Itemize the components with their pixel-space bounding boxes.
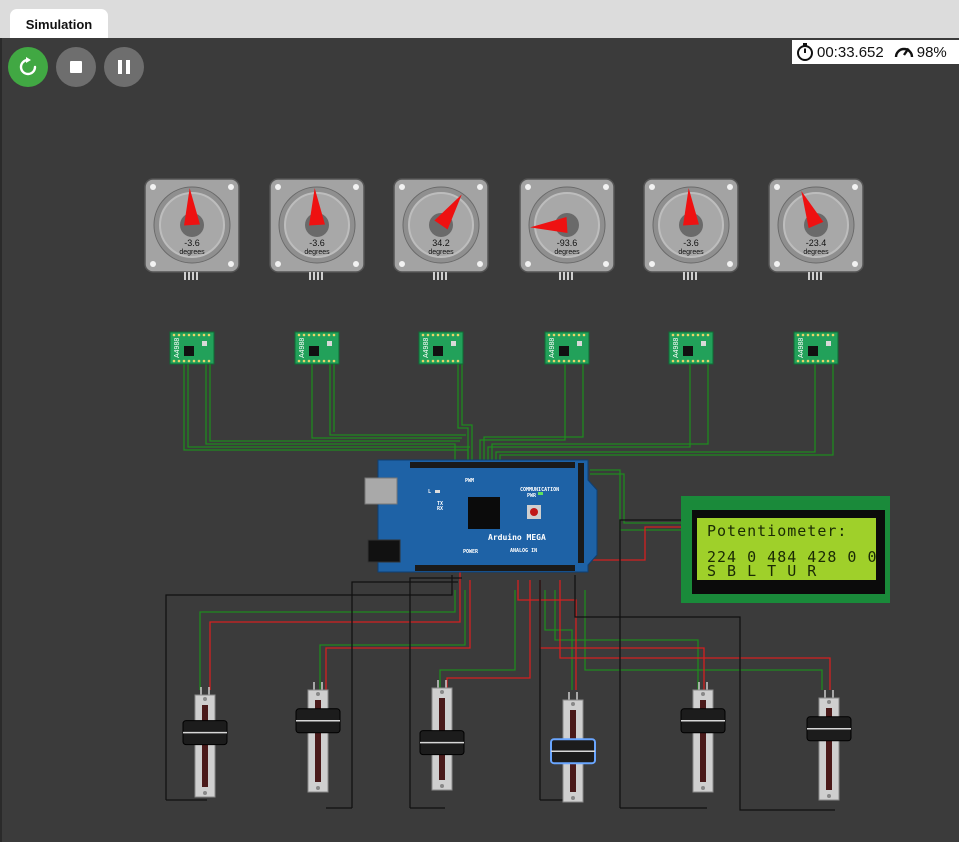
motor-angle-unit: degrees [304,249,330,256]
led-l [435,490,440,493]
arduino-mega-board[interactable]: Arduino MEGA COMMUNICATION POWER ANALOG … [364,459,598,573]
slider-knob[interactable] [182,720,228,746]
pwr-label: PWR [527,493,537,499]
motor-angle: -3.6 [184,238,200,248]
slide-potentiometer [182,687,228,798]
a4988-driver: A4988 [418,331,464,365]
slider-knob[interactable] [550,738,596,765]
board-name: Arduino MEGA [488,532,546,542]
motor-angle-unit: degrees [678,249,704,256]
circuit-diagram: -3.6degrees-3.6degrees34.2degrees-93.6de… [144,178,890,811]
slider-knob[interactable] [680,708,726,734]
driver-label: A4988 [174,338,181,358]
motor-angle-unit: degrees [554,249,580,256]
stepper-drivers: A4988 A4988 A4988 A4988 A4988 A4988 [169,331,839,365]
motor-angle-unit: degrees [179,249,205,256]
a4988-driver: A4988 [793,331,839,365]
driver-label: A4988 [673,338,680,358]
usb-connector [364,477,398,505]
driver-label: A4988 [798,338,805,358]
slider-knob[interactable] [295,708,341,734]
motor-angle: 34.2 [432,238,450,248]
microcontroller-chip [468,497,500,529]
driver-label: A4988 [423,338,430,358]
led-label: L [428,489,431,495]
stepper-motor: -3.6degrees [269,178,365,280]
a4988-driver: A4988 [544,331,590,365]
analog-header [415,565,575,571]
motor-angle: -23.4 [806,238,827,248]
power-label: POWER [463,549,479,555]
stepper-motor: -3.6degrees [643,178,739,280]
lcd-line-1: Potentiometer: [707,522,847,540]
digital-header-right [578,463,584,563]
pwm-label: PWM [465,478,474,484]
motor-angle: -3.6 [309,238,325,248]
rx-label: RX [437,506,443,512]
slide-potentiometer [550,692,596,803]
stepper-motor: -3.6degrees [144,178,240,280]
slider-knob[interactable] [806,716,852,742]
driver-label: A4988 [299,338,306,358]
digital-header-top [410,462,575,468]
power-jack [367,539,401,563]
stepper-motor: -93.6degrees [519,178,615,280]
reset-button-cap [530,508,538,516]
comm-label: COMMUNICATION [520,487,559,493]
a4988-driver: A4988 [294,331,340,365]
slide-potentiometers [182,680,852,803]
lcd-display: Potentiometer: 224 0 484 428 0 0 S B L T… [681,496,890,603]
slide-potentiometer [806,690,852,801]
stepper-motor: -23.4degrees [768,178,864,280]
motor-angle-unit: degrees [803,249,829,256]
stepper-motor: 34.2degrees [393,178,489,280]
motor-angle-unit: degrees [428,249,454,256]
a4988-driver: A4988 [169,331,215,365]
motor-angle: -93.6 [557,238,578,248]
slide-potentiometer [295,682,341,793]
analog-label: ANALOG IN [510,548,537,554]
a4988-driver: A4988 [668,331,714,365]
lcd-line-3: S B L T U R [707,562,817,580]
slider-knob[interactable] [419,730,465,756]
driver-label: A4988 [549,338,556,358]
slide-potentiometer [680,682,726,793]
slide-potentiometer [419,680,465,791]
motor-angle: -3.6 [683,238,699,248]
stepper-motors: -3.6degrees-3.6degrees34.2degrees-93.6de… [144,178,864,280]
